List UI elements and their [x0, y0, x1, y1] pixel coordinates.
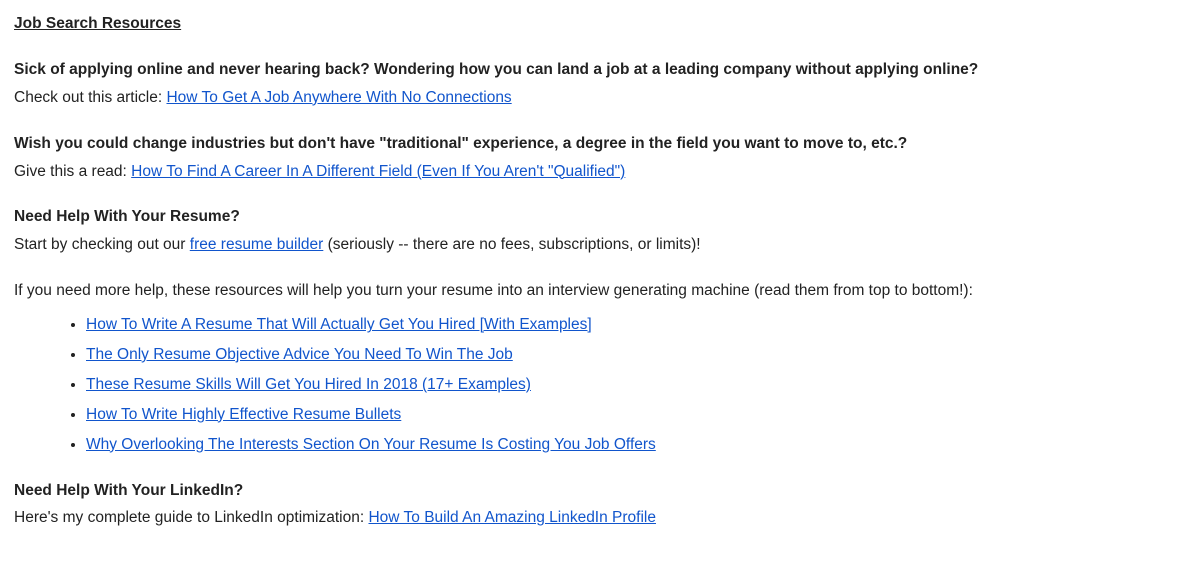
resume-resources-list: How To Write A Resume That Will Actually… [14, 311, 1186, 458]
section-prefix: Here's my complete guide to LinkedIn opt… [14, 509, 368, 526]
link-different-field[interactable]: How To Find A Career In A Different Fiel… [131, 163, 625, 180]
resume-resources-intro: If you need more help, these resources w… [14, 277, 1186, 305]
section-heading: Need Help With Your Resume? [14, 203, 1186, 231]
link-linkedin-profile[interactable]: How To Build An Amazing LinkedIn Profile [368, 509, 656, 526]
link-write-resume[interactable]: How To Write A Resume That Will Actually… [86, 316, 592, 333]
list-item: How To Write A Resume That Will Actually… [86, 311, 1186, 339]
section-body: Check out this article: How To Get A Job… [14, 84, 1186, 112]
link-free-resume-builder[interactable]: free resume builder [190, 236, 324, 253]
page-title: Job Search Resources [14, 10, 1186, 38]
list-item: Why Overlooking The Interests Section On… [86, 431, 1186, 459]
link-resume-skills[interactable]: These Resume Skills Will Get You Hired I… [86, 376, 531, 393]
section-suffix: (seriously -- there are no fees, subscri… [323, 236, 700, 253]
section-applying-online: Sick of applying online and never hearin… [14, 56, 1186, 112]
section-heading: Sick of applying online and never hearin… [14, 56, 1186, 84]
section-heading: Wish you could change industries but don… [14, 130, 1186, 158]
link-interests-section[interactable]: Why Overlooking The Interests Section On… [86, 436, 656, 453]
section-linkedin: Need Help With Your LinkedIn? Here's my … [14, 477, 1186, 533]
section-resume: Need Help With Your Resume? Start by che… [14, 203, 1186, 259]
section-body: Give this a read: How To Find A Career I… [14, 158, 1186, 186]
list-item: The Only Resume Objective Advice You Nee… [86, 341, 1186, 369]
list-item: How To Write Highly Effective Resume Bul… [86, 401, 1186, 429]
link-resume-objective[interactable]: The Only Resume Objective Advice You Nee… [86, 346, 513, 363]
list-item: These Resume Skills Will Get You Hired I… [86, 371, 1186, 399]
section-prefix: Give this a read: [14, 163, 131, 180]
section-body: Here's my complete guide to LinkedIn opt… [14, 504, 1186, 532]
section-prefix: Start by checking out our [14, 236, 190, 253]
link-no-connections[interactable]: How To Get A Job Anywhere With No Connec… [166, 89, 511, 106]
section-change-industries: Wish you could change industries but don… [14, 130, 1186, 186]
section-prefix: Check out this article: [14, 89, 166, 106]
section-heading: Need Help With Your LinkedIn? [14, 477, 1186, 505]
link-resume-bullets[interactable]: How To Write Highly Effective Resume Bul… [86, 406, 401, 423]
section-body: Start by checking out our free resume bu… [14, 231, 1186, 259]
